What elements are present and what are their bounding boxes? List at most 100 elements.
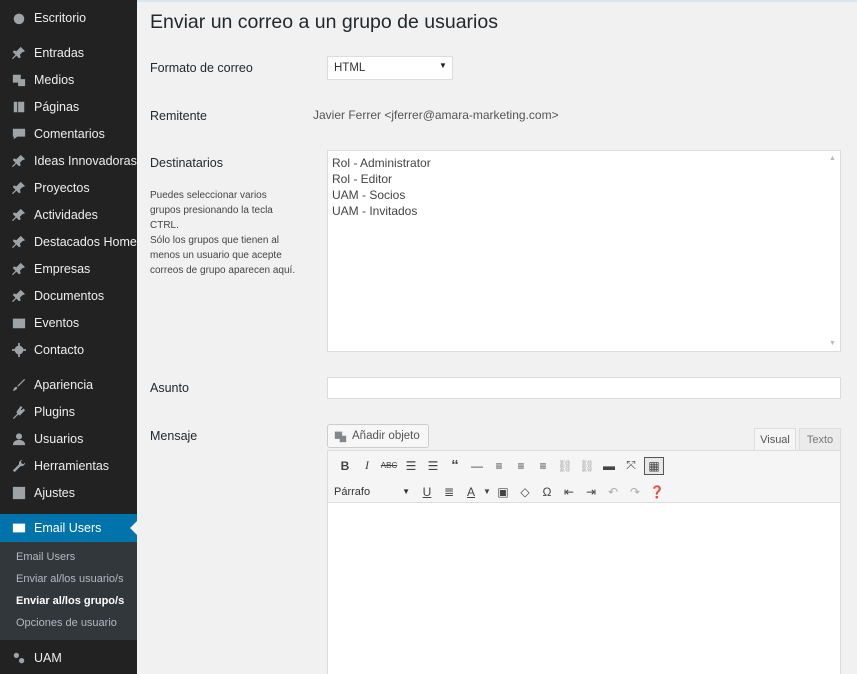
- submenu-enviar-usuarios[interactable]: Enviar al/los usuario/s: [0, 568, 137, 590]
- scroll-up-icon[interactable]: ▲: [829, 155, 836, 162]
- menu-email-users[interactable]: Email Users: [0, 514, 137, 542]
- align-center-icon[interactable]: ≡: [510, 456, 532, 476]
- pin-icon: [10, 179, 28, 197]
- menu-escritorio[interactable]: Escritorio: [0, 4, 137, 31]
- menu-documentos[interactable]: Documentos: [0, 282, 137, 309]
- unlink-icon[interactable]: ⛓: [576, 456, 598, 476]
- recipients-help-ctrl: Puedes seleccionar varios grupos presion…: [150, 190, 273, 231]
- chevron-down-icon: ▼: [402, 487, 410, 496]
- calendar-icon: [10, 314, 28, 332]
- help-icon[interactable]: ❓: [646, 482, 668, 502]
- menu-ideas-innovadoras[interactable]: Ideas Innovadoras: [0, 147, 137, 174]
- media-icon: [10, 71, 28, 89]
- recipients-help-groups: Sólo los grupos que tienen al menos un u…: [150, 235, 296, 276]
- format-select[interactable]: HTML: [327, 56, 453, 80]
- pin-icon: [10, 152, 28, 170]
- email-users-submenu: Email Users Enviar al/los usuario/s Envi…: [0, 542, 137, 640]
- add-media-button[interactable]: Añadir objeto: [327, 424, 429, 448]
- media-icon: [334, 430, 347, 443]
- listbox-scrollbar[interactable]: ▲ ▼: [828, 153, 838, 349]
- menu-paginas[interactable]: Páginas: [0, 93, 137, 120]
- message-editor[interactable]: B I ABC ☰ ☰ “ — ≡ ≡ ≡ ⛓ ⛓ ▬ ⤧ ▦ Párrafo ▼…: [327, 450, 841, 674]
- tab-visual[interactable]: Visual: [754, 428, 796, 451]
- read-more-icon[interactable]: ▬: [598, 456, 620, 476]
- email-icon: [10, 519, 28, 537]
- recipients-label: Destinatarios: [150, 156, 223, 170]
- link-icon[interactable]: ⛓: [554, 456, 576, 476]
- submenu-email-users[interactable]: Email Users: [0, 546, 137, 568]
- horizontal-line-icon[interactable]: —: [466, 456, 488, 476]
- menu-uam[interactable]: UAM: [0, 644, 137, 671]
- menu-entradas[interactable]: Entradas: [0, 39, 137, 66]
- recipient-option[interactable]: Rol - Editor: [332, 171, 836, 187]
- editor-toolbar: B I ABC ☰ ☰ “ — ≡ ≡ ≡ ⛓ ⛓ ▬ ⤧ ▦ Párrafo ▼…: [328, 451, 840, 503]
- pages-icon: [10, 98, 28, 116]
- menu-eventos[interactable]: Eventos: [0, 309, 137, 336]
- pin-icon: [10, 287, 28, 305]
- menu-apariencia[interactable]: Apariencia: [0, 371, 137, 398]
- recipient-option[interactable]: UAM - Invitados: [332, 203, 836, 219]
- menu-comentarios[interactable]: Comentarios: [0, 120, 137, 147]
- main-content: Enviar un correo a un grupo de usuarios …: [137, 0, 857, 674]
- brush-icon: [10, 376, 28, 394]
- italic-icon[interactable]: I: [356, 456, 378, 476]
- justify-icon[interactable]: ≣: [438, 482, 460, 502]
- indent-icon[interactable]: ⇥: [580, 482, 602, 502]
- recipient-option[interactable]: UAM - Socios: [332, 187, 836, 203]
- comments-icon: [10, 125, 28, 143]
- sender-value: Javier Ferrer <jferrer@amara-marketing.c…: [313, 108, 559, 122]
- undo-icon[interactable]: ↶: [602, 482, 624, 502]
- wrench-icon: [10, 457, 28, 475]
- fullscreen-icon[interactable]: ⤧: [620, 456, 642, 476]
- menu-actividades[interactable]: Actividades: [0, 201, 137, 228]
- settings-icon: [10, 484, 28, 502]
- menu-usuarios[interactable]: Usuarios: [0, 425, 137, 452]
- clear-formatting-icon[interactable]: ◇: [514, 482, 536, 502]
- submenu-enviar-grupos[interactable]: Enviar al/los grupo/s: [0, 590, 137, 612]
- menu-herramientas[interactable]: Herramientas: [0, 452, 137, 479]
- strikethrough-icon[interactable]: ABC: [378, 456, 400, 476]
- menu-destacados-home[interactable]: Destacados Home: [0, 228, 137, 255]
- outdent-icon[interactable]: ⇤: [558, 482, 580, 502]
- pin-icon: [10, 44, 28, 62]
- subject-label: Asunto: [150, 381, 189, 395]
- menu-ajustes[interactable]: Ajustes: [0, 479, 137, 506]
- chevron-down-icon[interactable]: ▼: [482, 482, 492, 502]
- menu-medios[interactable]: Medios: [0, 66, 137, 93]
- page-title: Enviar un correo a un grupo de usuarios: [150, 11, 498, 33]
- recipient-option[interactable]: Rol - Administrator: [332, 155, 836, 171]
- format-label: Formato de correo: [150, 61, 253, 75]
- numbered-list-icon[interactable]: ☰: [422, 456, 444, 476]
- menu-plugins[interactable]: Plugins: [0, 398, 137, 425]
- special-character-icon[interactable]: Ω: [536, 482, 558, 502]
- menu-proyectos[interactable]: Proyectos: [0, 174, 137, 201]
- message-label: Mensaje: [150, 429, 198, 443]
- recipients-listbox[interactable]: Rol - Administrator Rol - Editor UAM - S…: [327, 150, 841, 352]
- align-right-icon[interactable]: ≡: [532, 456, 554, 476]
- pin-icon: [10, 233, 28, 251]
- top-divider: [137, 0, 857, 2]
- submenu-opciones-usuario[interactable]: Opciones de usuario: [0, 612, 137, 634]
- gear-icon: [10, 341, 28, 359]
- pin-icon: [10, 260, 28, 278]
- bullet-list-icon[interactable]: ☰: [400, 456, 422, 476]
- user-icon: [10, 430, 28, 448]
- blockquote-icon[interactable]: “: [444, 456, 466, 476]
- uam-icon: [10, 649, 28, 667]
- tab-text[interactable]: Texto: [799, 428, 841, 451]
- bold-icon[interactable]: B: [334, 456, 356, 476]
- sender-label: Remitente: [150, 109, 207, 123]
- paragraph-format-select[interactable]: Párrafo ▼: [334, 486, 416, 498]
- scroll-down-icon[interactable]: ▼: [829, 340, 836, 347]
- underline-icon[interactable]: U: [416, 482, 438, 502]
- menu-empresas[interactable]: Empresas: [0, 255, 137, 282]
- pin-icon: [10, 206, 28, 224]
- align-left-icon[interactable]: ≡: [488, 456, 510, 476]
- menu-contacto[interactable]: Contacto: [0, 336, 137, 363]
- paste-text-icon[interactable]: ▣: [492, 482, 514, 502]
- subject-input[interactable]: [327, 377, 841, 399]
- text-color-icon[interactable]: A: [460, 482, 482, 502]
- toolbar-toggle-icon[interactable]: ▦: [644, 456, 664, 475]
- admin-sidebar: Escritorio Entradas Medios Páginas Comen…: [0, 0, 137, 674]
- redo-icon[interactable]: ↷: [624, 482, 646, 502]
